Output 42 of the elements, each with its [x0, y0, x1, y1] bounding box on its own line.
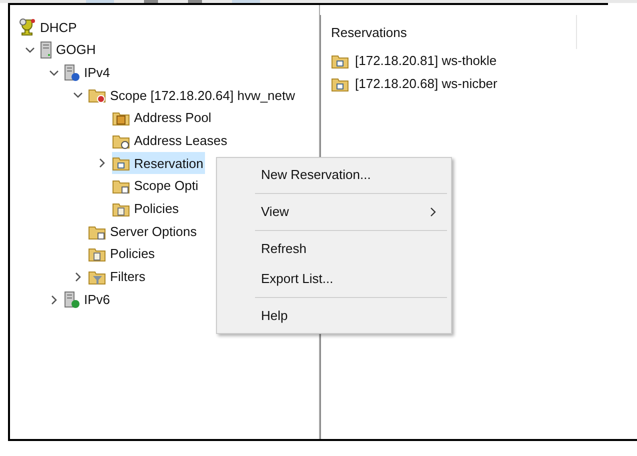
expand-caret-icon[interactable]	[97, 158, 107, 168]
server-icon	[64, 64, 80, 82]
tree-item[interactable]: Scope Opti	[112, 175, 200, 198]
tree-item[interactable]: Address Pool	[112, 107, 214, 130]
folder-icon	[331, 52, 349, 68]
tree-item[interactable]: Server Options	[88, 220, 199, 243]
folder-icon	[331, 76, 349, 92]
tree-item[interactable]: IPv4	[64, 62, 112, 84]
collapse-caret-icon[interactable]	[25, 45, 35, 56]
tree-item[interactable]: GOGH	[40, 39, 98, 62]
menu-item[interactable]: New Reservation...	[217, 160, 451, 190]
folder-icon	[112, 155, 130, 172]
menu-item[interactable]: Export List...	[217, 264, 451, 294]
menu-item[interactable]: View	[217, 197, 451, 227]
tree-item[interactable]: Filters	[88, 266, 148, 288]
tree-item[interactable]: Scope [172.18.20.64] hvw_netw	[88, 84, 298, 106]
tree-item[interactable]: IPv6	[64, 288, 112, 311]
tree-item[interactable]: Address Leases	[112, 130, 230, 152]
folder-icon	[88, 87, 106, 104]
expand-caret-icon[interactable]	[73, 272, 83, 282]
folder-icon	[112, 132, 130, 149]
tree-item[interactable]: DHCP	[18, 16, 79, 38]
list-item[interactable]: [172.18.20.68] ws-nicber	[321, 72, 637, 95]
folder-icon	[112, 178, 130, 194]
tree-item[interactable]: Reservation	[112, 152, 206, 174]
server-icon	[64, 290, 80, 309]
folder-icon	[112, 200, 130, 217]
collapse-caret-icon[interactable]	[49, 68, 59, 78]
tree-item[interactable]: Policies	[112, 198, 181, 220]
menu-item[interactable]: Refresh	[217, 234, 451, 264]
collapse-caret-icon[interactable]	[73, 90, 83, 100]
server-icon	[40, 41, 52, 60]
expand-caret-icon[interactable]	[49, 294, 59, 305]
tree-item[interactable]: Policies	[88, 243, 157, 266]
column-header[interactable]: Reservations	[321, 15, 577, 49]
folder-icon	[88, 224, 106, 240]
menu-item[interactable]: Help	[217, 301, 451, 331]
folder-icon	[88, 246, 106, 262]
list-item[interactable]: [172.18.20.81] ws-thokle	[321, 49, 637, 72]
folder-icon	[112, 110, 130, 126]
folder-icon	[88, 268, 106, 285]
trophy-icon	[18, 18, 36, 36]
